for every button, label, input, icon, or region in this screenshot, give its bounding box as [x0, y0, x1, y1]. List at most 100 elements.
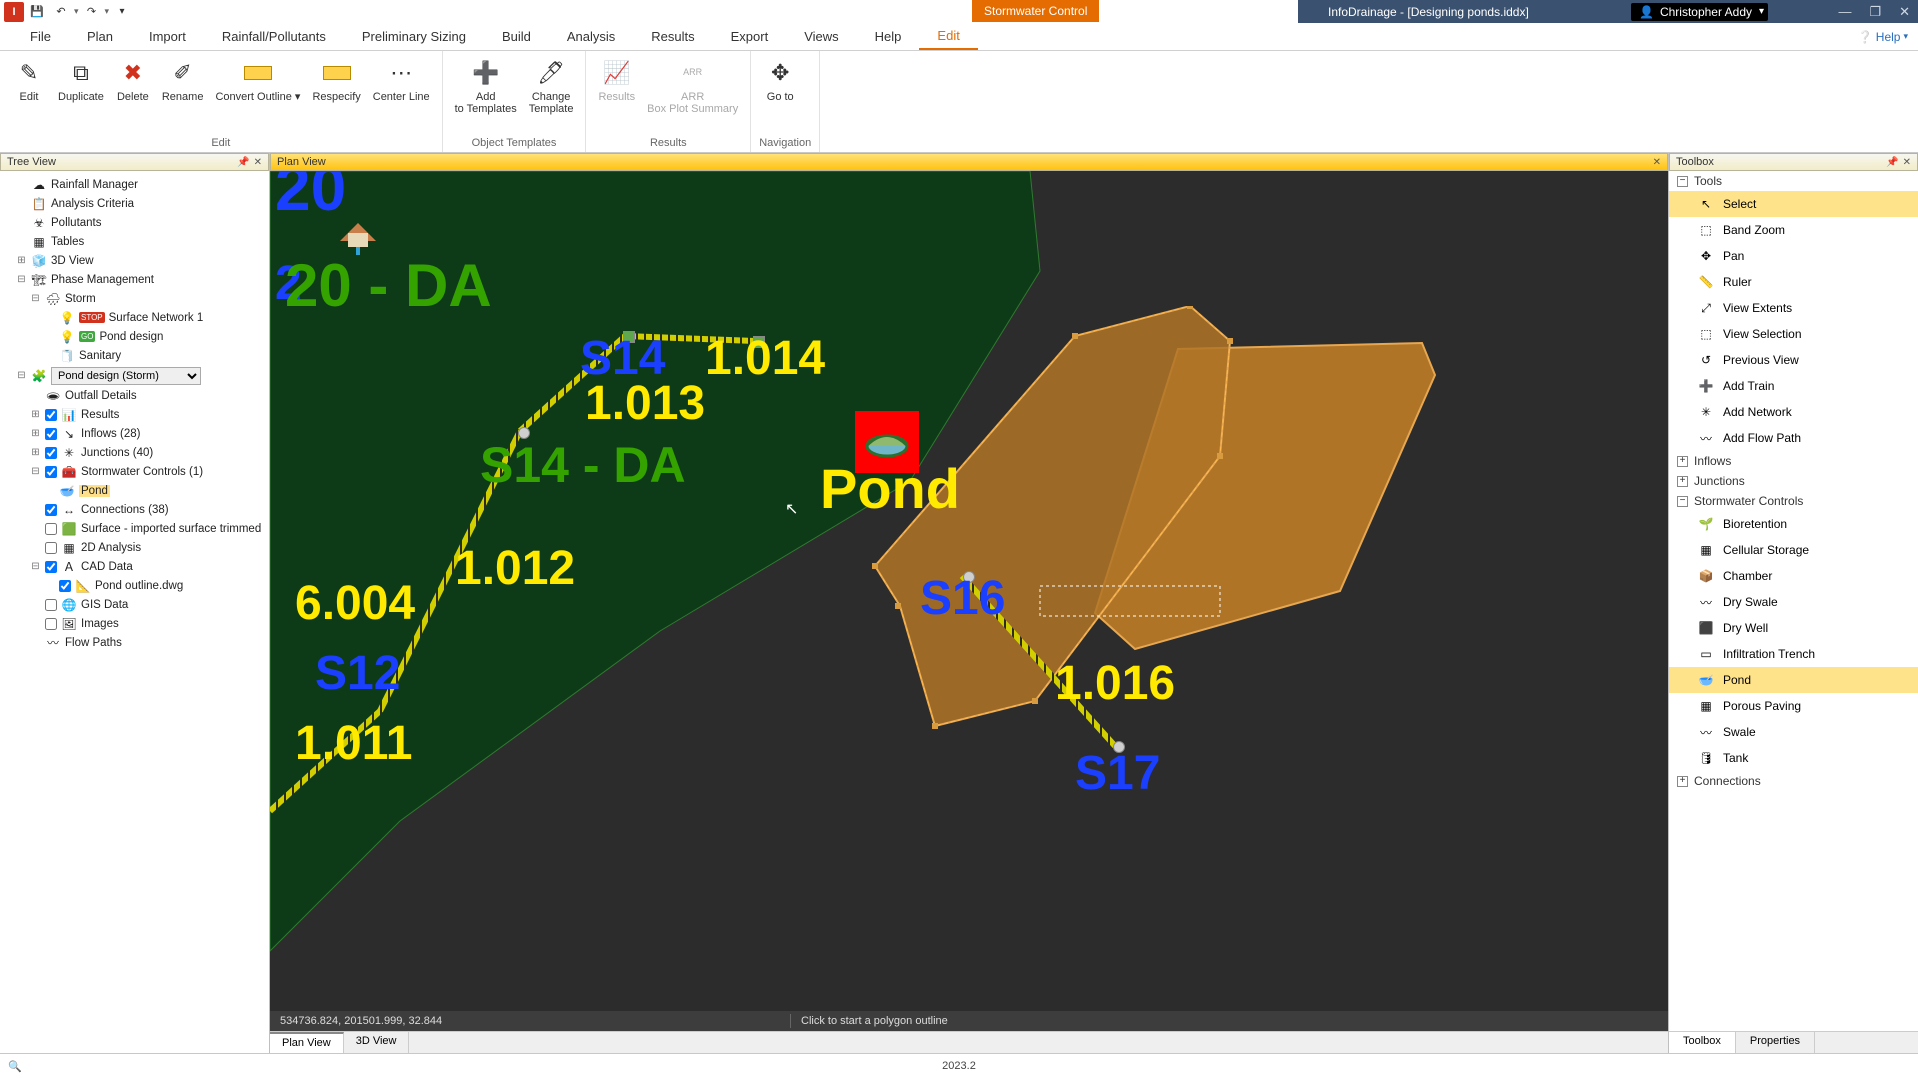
- ribbon-center-line[interactable]: ⋯Center Line: [369, 55, 434, 105]
- tree-body[interactable]: ☁Rainfall Manager📋Analysis Criteria☣Poll…: [0, 171, 269, 1053]
- tree-checkbox[interactable]: [45, 409, 57, 421]
- tree-checkbox[interactable]: [59, 580, 71, 592]
- toolbox-item-add-flow-path[interactable]: 〰Add Flow Path: [1669, 425, 1918, 451]
- ribbon-delete[interactable]: ✖Delete: [112, 55, 154, 105]
- ribbon-rename[interactable]: ✐Rename: [158, 55, 208, 105]
- tree-checkbox[interactable]: [45, 466, 57, 478]
- tree-item-pond-outline-dwg[interactable]: 📐Pond outline.dwg: [2, 576, 267, 595]
- toolbox-section-tools[interactable]: −Tools: [1669, 171, 1918, 191]
- toolbox-item-bioretention[interactable]: 🌱Bioretention: [1669, 511, 1918, 537]
- toolbox-item-add-network[interactable]: ✳Add Network: [1669, 399, 1918, 425]
- tree-checkbox[interactable]: [45, 542, 57, 554]
- toolbox-body[interactable]: −Tools↖Select⬚Band Zoom✥Pan📏Ruler⤢View E…: [1669, 171, 1918, 1031]
- toolbox-item-chamber[interactable]: 📦Chamber: [1669, 563, 1918, 589]
- toolbox-item-view-extents[interactable]: ⤢View Extents: [1669, 295, 1918, 321]
- phase-combo[interactable]: Pond design (Storm): [51, 367, 201, 385]
- tree-checkbox[interactable]: [45, 599, 57, 611]
- menu-build[interactable]: Build: [484, 24, 549, 49]
- tree-item-tables[interactable]: ▦Tables: [2, 232, 267, 251]
- tree-item-3d-view[interactable]: ⊞🧊3D View: [2, 251, 267, 270]
- tree-item-surface---imported-surface-trimmed[interactable]: 🟩Surface - imported surface trimmed: [2, 519, 267, 538]
- menu-analysis[interactable]: Analysis: [549, 24, 633, 49]
- tree-item-surface-network-1[interactable]: 💡STOPSurface Network 1: [2, 308, 267, 327]
- tree-view-title[interactable]: Tree View 📌✕: [0, 153, 269, 171]
- tree-item-results[interactable]: ⊞📊Results: [2, 405, 267, 424]
- ribbon-duplicate[interactable]: ⧉Duplicate: [54, 55, 108, 105]
- view-tab-3d-view[interactable]: 3D View: [344, 1032, 410, 1053]
- menu-plan[interactable]: Plan: [69, 24, 131, 49]
- tree-item-phase-management[interactable]: ⊟🏗Phase Management: [2, 270, 267, 289]
- toolbox-item-select[interactable]: ↖Select: [1669, 191, 1918, 217]
- undo-icon[interactable]: ↶: [50, 2, 72, 22]
- pin-icon[interactable]: 📌: [237, 157, 249, 168]
- plan-view-title[interactable]: Plan View ✕: [270, 153, 1668, 171]
- toolbox-section-connections[interactable]: +Connections: [1669, 771, 1918, 791]
- close-icon[interactable]: ✕: [1903, 157, 1911, 168]
- tree-item-pollutants[interactable]: ☣Pollutants: [2, 213, 267, 232]
- tree-item-outfall-details[interactable]: 🕳Outfall Details: [2, 386, 267, 405]
- tree-item-pond[interactable]: 🥣Pond: [2, 481, 267, 500]
- help-link[interactable]: ❔Help▾: [1858, 30, 1908, 44]
- toolbox-item-pan[interactable]: ✥Pan: [1669, 243, 1918, 269]
- tree-item-junctions--40-[interactable]: ⊞✳Junctions (40): [2, 443, 267, 462]
- tree-item-cad-data[interactable]: ⊟ＡCAD Data: [2, 557, 267, 576]
- toolbox-title[interactable]: Toolbox 📌✕: [1669, 153, 1918, 171]
- tree-item-storm[interactable]: ⊟🌧Storm: [2, 289, 267, 308]
- user-chip[interactable]: 👤 Christopher Addy: [1631, 3, 1768, 21]
- toolbox-item-porous-paving[interactable]: ▦Porous Paving: [1669, 693, 1918, 719]
- toolbox-item-ruler[interactable]: 📏Ruler: [1669, 269, 1918, 295]
- ribbon-go-to[interactable]: ✥Go to: [759, 55, 801, 105]
- toolbox-item-swale[interactable]: 〰Swale: [1669, 719, 1918, 745]
- qat-customize-icon[interactable]: ▾: [111, 2, 133, 22]
- menu-help[interactable]: Help: [857, 24, 920, 49]
- tree-item-pond-design--storm-[interactable]: ⊟🧩Pond design (Storm): [2, 365, 267, 386]
- ribbon-change-template[interactable]: 🖊ChangeTemplate: [525, 55, 578, 117]
- toolbox-item-infiltration-trench[interactable]: ▭Infiltration Trench: [1669, 641, 1918, 667]
- toolbox-item-add-train[interactable]: ➕Add Train: [1669, 373, 1918, 399]
- tree-checkbox[interactable]: [45, 504, 57, 516]
- toolbox-item-dry-swale[interactable]: 〰Dry Swale: [1669, 589, 1918, 615]
- view-tab-plan-view[interactable]: Plan View: [270, 1032, 344, 1053]
- context-tab-stormwater[interactable]: Stormwater Control: [972, 0, 1099, 22]
- plan-canvas[interactable]: 20 2 20 - DA S14 1.014 1.013 S14 - DA Po…: [270, 171, 1668, 1031]
- tree-item-rainfall-manager[interactable]: ☁Rainfall Manager: [2, 175, 267, 194]
- menu-preliminarysizing[interactable]: Preliminary Sizing: [344, 24, 484, 49]
- menu-rainfallpollutants[interactable]: Rainfall/Pollutants: [204, 24, 344, 49]
- toolbox-item-band-zoom[interactable]: ⬚Band Zoom: [1669, 217, 1918, 243]
- ribbon-add-to-templates[interactable]: ➕Addto Templates: [451, 55, 521, 117]
- menu-import[interactable]: Import: [131, 24, 204, 49]
- toolbox-item-dry-well[interactable]: ⬛Dry Well: [1669, 615, 1918, 641]
- menu-results[interactable]: Results: [633, 24, 712, 49]
- minimize-button[interactable]: —: [1838, 4, 1851, 20]
- toolbox-section-junctions[interactable]: +Junctions: [1669, 471, 1918, 491]
- tree-item-2d-analysis[interactable]: ▦2D Analysis: [2, 538, 267, 557]
- bottom-tab-properties[interactable]: Properties: [1736, 1032, 1815, 1053]
- menu-views[interactable]: Views: [786, 24, 856, 49]
- tree-item-inflows--28-[interactable]: ⊞↘Inflows (28): [2, 424, 267, 443]
- tree-item-gis-data[interactable]: 🌐GIS Data: [2, 595, 267, 614]
- ribbon-edit[interactable]: ✎Edit: [8, 55, 50, 105]
- toolbox-item-previous-view[interactable]: ↺Previous View: [1669, 347, 1918, 373]
- tree-checkbox[interactable]: [45, 523, 57, 535]
- tree-checkbox[interactable]: [45, 618, 57, 630]
- tree-checkbox[interactable]: [45, 428, 57, 440]
- ribbon-convert-outline--[interactable]: Convert Outline ▾: [211, 55, 304, 105]
- tree-item-analysis-criteria[interactable]: 📋Analysis Criteria: [2, 194, 267, 213]
- menu-file[interactable]: File: [12, 24, 69, 49]
- menu-export[interactable]: Export: [713, 24, 787, 49]
- close-icon[interactable]: ✕: [254, 157, 262, 168]
- toolbox-section-stormwater-controls[interactable]: −Stormwater Controls: [1669, 491, 1918, 511]
- tree-checkbox[interactable]: [45, 447, 57, 459]
- app-logo[interactable]: I: [4, 2, 24, 22]
- toolbox-item-tank[interactable]: 🛢Tank: [1669, 745, 1918, 771]
- restore-button[interactable]: ❐: [1869, 4, 1881, 20]
- pin-icon[interactable]: 📌: [1886, 157, 1898, 168]
- tree-item-images[interactable]: 🖼Images: [2, 614, 267, 633]
- tree-item-connections--38-[interactable]: ↔Connections (38): [2, 500, 267, 519]
- tree-item-pond-design[interactable]: 💡GOPond design: [2, 327, 267, 346]
- toolbox-item-pond[interactable]: 🥣Pond: [1669, 667, 1918, 693]
- tree-item-stormwater-controls--1-[interactable]: ⊟🧰Stormwater Controls (1): [2, 462, 267, 481]
- bottom-tab-toolbox[interactable]: Toolbox: [1669, 1032, 1736, 1053]
- menu-edit[interactable]: Edit: [919, 23, 977, 50]
- tree-item-sanitary[interactable]: 🧻Sanitary: [2, 346, 267, 365]
